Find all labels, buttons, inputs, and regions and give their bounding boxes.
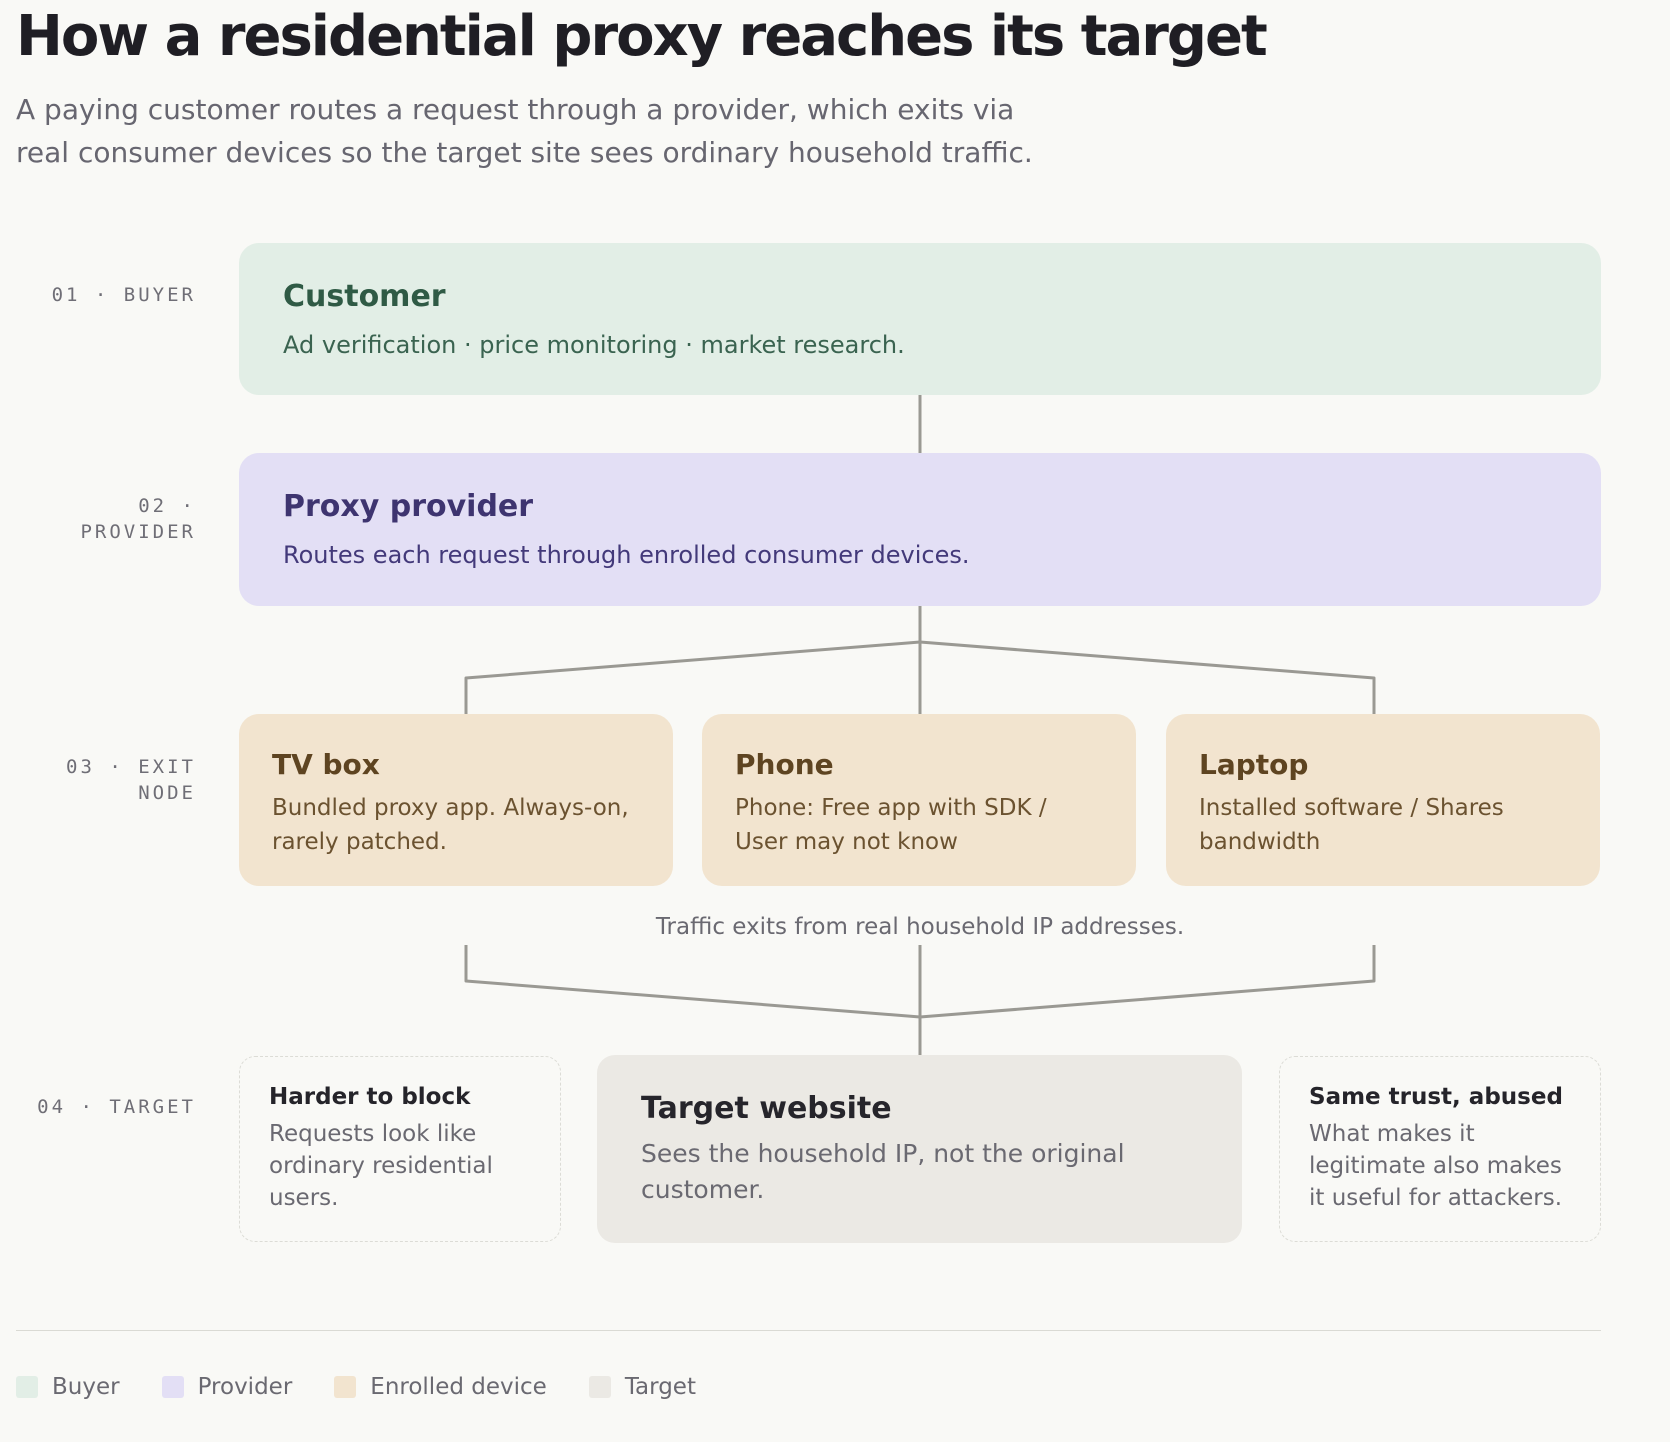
legend-swatch [588,1376,611,1398]
device-description: Bundled proxy app. Always-on, rarely pat… [272,795,629,855]
connector-to-tv-box [464,640,921,714]
provider-description: Routes each request through enrolled con… [283,541,970,569]
exit-caption: Traffic exits from real household IP add… [655,914,1185,940]
provider-title: Proxy provider [283,489,534,524]
legend-swatch [16,1376,38,1398]
customer-description: Ad verification · price monitoring · mar… [283,331,905,359]
device-title: TV box [272,748,380,781]
legend-item-enrolled-device: Enrolled device [334,1374,547,1400]
legend-swatch [334,1376,357,1398]
device-node-laptop: Laptop Installed software / Shares bandw… [1166,714,1600,886]
legend-label: Buyer [52,1374,120,1400]
provider-node: Proxy provider Routes each request throu… [239,453,1601,606]
legend-label: Target [624,1374,696,1400]
device-description: Phone: Free app with SDK / User may not … [735,795,1047,855]
note-description: What makes it legitimate also makes it u… [1309,1121,1563,1211]
note-title: Same trust, abused [1309,1084,1563,1110]
legend-item-provider: Provider [161,1374,293,1400]
note-same-trust-abused: Same trust, abused What makes it legitim… [1279,1056,1601,1242]
legend-swatch [161,1376,184,1398]
legend-item-target: Target [588,1374,696,1400]
note-title: Harder to block [269,1084,471,1110]
stage-label-target: 04 · TARGET [37,1096,196,1118]
device-node-tv-box: TV box Bundled proxy app. Always-on, rar… [239,714,673,886]
device-description: Installed software / Shares bandwidth [1199,795,1504,855]
target-node: Target website Sees the household IP, no… [597,1055,1242,1243]
legend: Buyer Provider Enrolled device Target [16,1374,738,1400]
stage-label-provider: 02 · PROVIDER [80,495,196,543]
customer-title: Customer [283,279,446,314]
connector-from-laptop [919,945,1376,1019]
legend-label: Provider [197,1374,293,1400]
legend-item-buyer: Buyer [16,1374,120,1400]
stage-label-exit-node: 03 · EXIT NODE [66,756,196,804]
target-title: Target website [641,1091,892,1126]
legend-label: Enrolled device [370,1374,547,1400]
customer-node: Customer Ad verification · price monitor… [239,243,1601,395]
target-description: Sees the household IP, not the original … [641,1139,1125,1204]
connector-from-tv-box [464,945,921,1019]
device-node-phone: Phone Phone: Free app with SDK / User ma… [702,714,1136,886]
stage-label-buyer: 01 · BUYER [51,284,196,306]
device-title: Phone [735,748,834,781]
legend-divider [16,1330,1601,1331]
note-harder-to-block: Harder to block Requests look like ordin… [239,1056,561,1242]
connector-to-laptop [919,640,1376,714]
note-description: Requests look like ordinary residential … [269,1121,493,1211]
device-title: Laptop [1199,748,1309,781]
